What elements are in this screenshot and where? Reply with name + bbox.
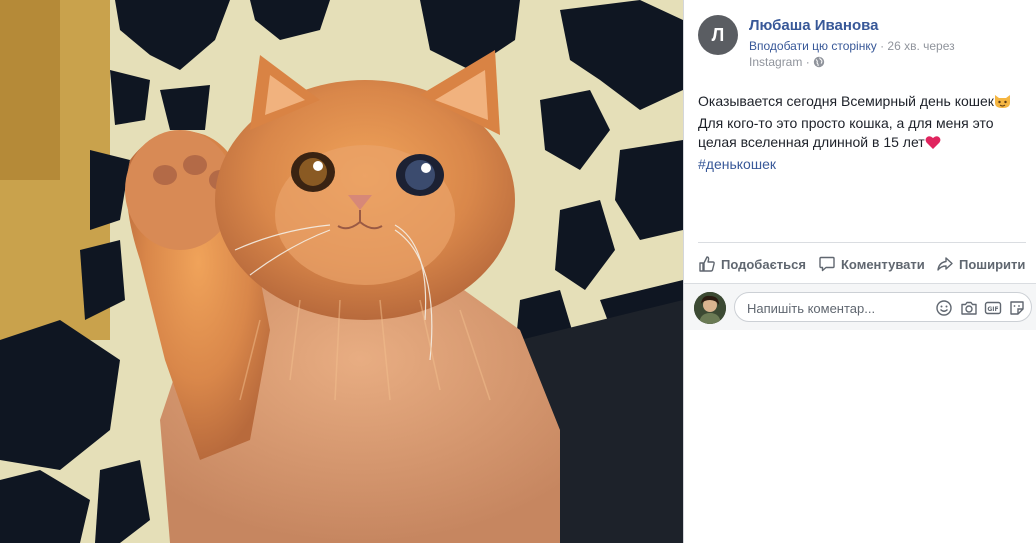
author-name[interactable]: Любаша Иванова	[749, 17, 879, 34]
meta-separator-2: ·	[802, 55, 814, 69]
divider	[698, 242, 1026, 243]
hashtag-link[interactable]: #денькошек	[698, 155, 1028, 174]
share-label: Поширити	[959, 256, 1026, 272]
svg-text:GIF: GIF	[987, 306, 998, 313]
post-side-panel: Л Любаша Иванова Вподобати цю сторінку ·…	[684, 0, 1036, 543]
speech-bubble-icon	[818, 255, 841, 273]
camera-icon[interactable]	[960, 299, 978, 317]
gif-icon[interactable]: GIF	[984, 299, 1002, 317]
thumbs-up-icon	[698, 255, 721, 273]
post-text-line-1: Оказывается сегодня Всемирный день кошек	[698, 92, 1028, 114]
follow-page-link[interactable]: Вподобати цю сторінку	[749, 39, 877, 53]
post-text-line-3-content: целая вселенная длинной в 15 лет	[698, 134, 925, 150]
comment-label: Коментувати	[841, 256, 925, 272]
post-photo[interactable]	[0, 0, 683, 543]
comment-composer: GIF	[684, 284, 1036, 330]
like-button[interactable]: Подобається	[698, 253, 806, 275]
comment-button[interactable]: Коментувати	[818, 253, 925, 275]
post-text-line-3: целая вселенная длинной в 15 лет	[698, 133, 1028, 155]
post-meta: Вподобати цю сторінку · 26 хв. через Ins…	[749, 38, 1031, 72]
meta-separator: ·	[876, 39, 888, 53]
sticker-icon[interactable]	[1008, 299, 1026, 317]
globe-icon[interactable]	[813, 56, 825, 72]
post-text: Оказывается сегодня Всемирный день кошек…	[698, 92, 1028, 174]
cat-face-emoji	[994, 93, 1011, 114]
post-text-line-1-content: Оказывается сегодня Всемирный день кошек	[698, 93, 994, 109]
smiley-icon[interactable]	[935, 299, 953, 317]
share-arrow-icon	[936, 255, 959, 273]
post-timestamp[interactable]: 26 хв. через	[887, 39, 954, 53]
author-avatar[interactable]: Л	[698, 15, 738, 55]
post-text-line-2: Для кого-то это просто кошка, а для меня…	[698, 115, 994, 131]
post-source[interactable]: Instagram	[749, 55, 802, 69]
comment-input[interactable]	[745, 299, 929, 317]
red-heart-emoji	[925, 135, 941, 155]
share-button[interactable]: Поширити	[936, 253, 1025, 275]
comment-input-box: GIF	[734, 292, 1032, 322]
current-user-avatar[interactable]	[694, 292, 726, 324]
like-label: Подобається	[721, 256, 806, 272]
post-actions: Подобається Коментувати Поширити	[698, 253, 1036, 275]
